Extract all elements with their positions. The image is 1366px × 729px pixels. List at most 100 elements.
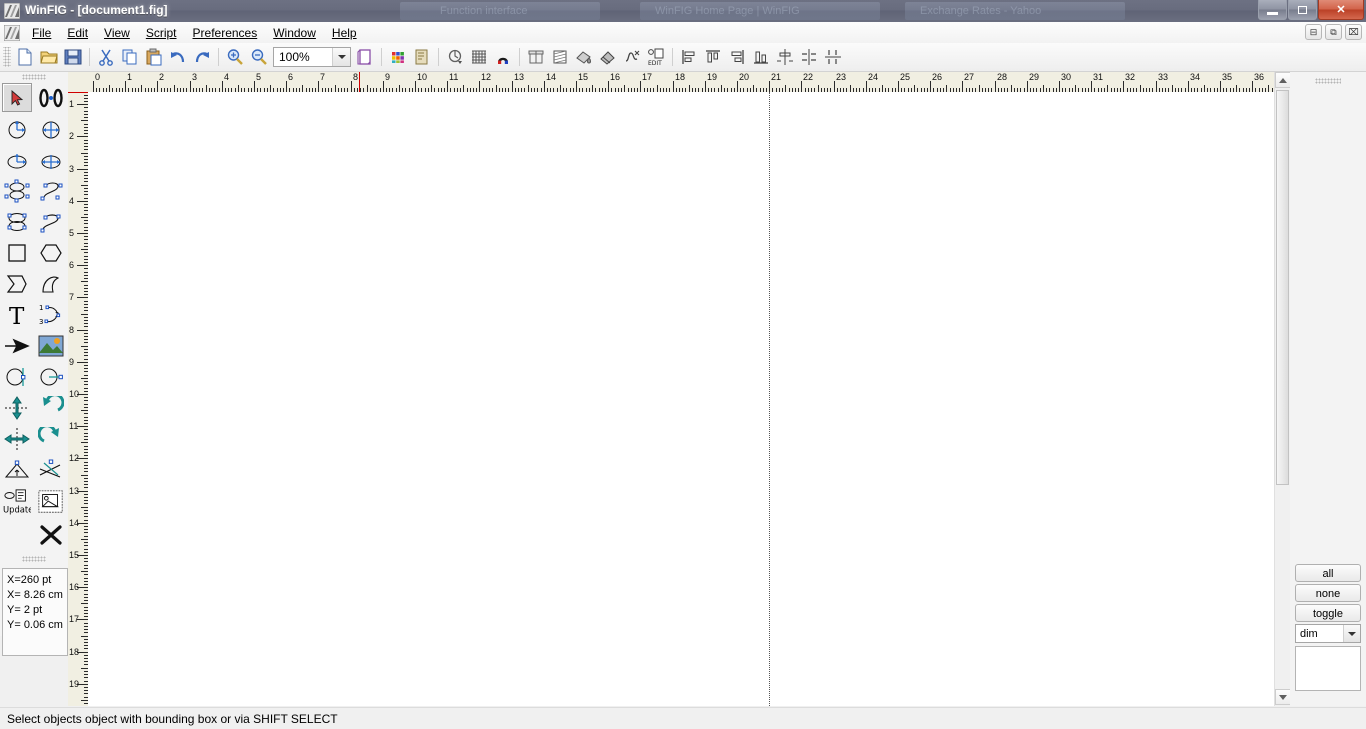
- spline-edit-icon[interactable]: [620, 45, 644, 69]
- undo-icon[interactable]: [166, 45, 190, 69]
- tool-align-object[interactable]: [2, 455, 32, 484]
- ruler-tick: [81, 571, 88, 572]
- tool-ellipse-radius[interactable]: [2, 145, 32, 174]
- object-edit-icon[interactable]: EDIT: [644, 45, 668, 69]
- minimize-button[interactable]: [1258, 0, 1287, 20]
- tool-rectangle[interactable]: [2, 238, 32, 267]
- tool-flip-vertical[interactable]: [2, 393, 32, 422]
- tool-polyline[interactable]: [2, 269, 32, 298]
- ruler-tick: [834, 81, 835, 92]
- layers-icon[interactable]: [410, 45, 434, 69]
- vertical-scrollbar[interactable]: [1274, 72, 1291, 706]
- ruler-tick: [81, 410, 88, 411]
- chevron-down-icon[interactable]: [332, 48, 350, 66]
- mdi-minimize-button[interactable]: ⊟: [1305, 24, 1322, 40]
- page-setup-icon[interactable]: [353, 45, 377, 69]
- tool-edit-object[interactable]: [36, 486, 66, 518]
- tool-delete[interactable]: [36, 520, 66, 549]
- tool-move-point[interactable]: [2, 362, 32, 391]
- tool-flip-horizontal[interactable]: [2, 424, 32, 453]
- vertical-scrollbar-thumb[interactable]: [1276, 90, 1289, 485]
- select-none-button[interactable]: none: [1295, 584, 1361, 602]
- display-mode-combo[interactable]: dim: [1295, 624, 1361, 643]
- menu-window[interactable]: Window: [265, 24, 324, 42]
- open-file-icon[interactable]: [37, 45, 61, 69]
- tool-picture[interactable]: [36, 331, 66, 360]
- zoom-out-icon[interactable]: [247, 45, 271, 69]
- tool-rotate-cw[interactable]: [36, 424, 66, 453]
- save-file-icon[interactable]: [61, 45, 85, 69]
- close-button[interactable]: ✕: [1318, 0, 1364, 20]
- align-right-icon[interactable]: [725, 45, 749, 69]
- tool-break-compound[interactable]: [36, 455, 66, 484]
- tool-select-arrow[interactable]: [2, 83, 32, 112]
- scroll-up-button[interactable]: [1275, 72, 1291, 88]
- tool-open-spline[interactable]: [36, 176, 66, 205]
- tool-polygon[interactable]: [36, 238, 66, 267]
- distribute-h-icon[interactable]: [797, 45, 821, 69]
- chevron-down-icon[interactable]: [1343, 625, 1360, 642]
- tool-circle-diameter[interactable]: [36, 114, 66, 143]
- tool-regular-polygon[interactable]: 1 2 3: [36, 300, 66, 329]
- zoom-level-combo[interactable]: 100%: [273, 47, 351, 67]
- color-palette-icon[interactable]: [386, 45, 410, 69]
- fill-color-icon[interactable]: [572, 45, 596, 69]
- tool-ellipse-diameter[interactable]: [36, 145, 66, 174]
- svg-text:3: 3: [39, 318, 43, 326]
- pen-color-icon[interactable]: [596, 45, 620, 69]
- menu-file[interactable]: File: [24, 24, 59, 42]
- tool-update-properties[interactable]: Update: [2, 486, 32, 518]
- ruler-tick: [1156, 81, 1157, 92]
- scroll-down-button[interactable]: [1275, 689, 1291, 705]
- select-all-button[interactable]: all: [1295, 564, 1361, 582]
- mdi-close-button[interactable]: ⌧: [1345, 24, 1362, 40]
- distribute-v-icon[interactable]: [821, 45, 845, 69]
- align-left-icon[interactable]: [677, 45, 701, 69]
- library-icon[interactable]: [524, 45, 548, 69]
- magnet-snap-icon[interactable]: [491, 45, 515, 69]
- align-top-icon[interactable]: [701, 45, 725, 69]
- menu-help[interactable]: Help: [324, 24, 365, 42]
- pattern-icon[interactable]: [548, 45, 572, 69]
- tool-open-interpolated-spline[interactable]: [36, 207, 66, 236]
- tool-closed-interpolated-spline[interactable]: [2, 207, 32, 236]
- menu-edit[interactable]: Edit: [59, 24, 96, 42]
- horizontal-ruler[interactable]: 0 1 2 3 4 5 6 7 8 9 10 11 12 13 14 15 16 17 18 19 20 21 22 23 24…: [88, 72, 1274, 93]
- menu-script[interactable]: Script: [138, 24, 185, 42]
- toolbar-grip[interactable]: [3, 47, 11, 67]
- ruler-corner[interactable]: [68, 72, 89, 93]
- new-file-icon[interactable]: [13, 45, 37, 69]
- menu-script-label: Script: [145, 25, 177, 40]
- tool-circle-radius[interactable]: [2, 114, 32, 143]
- copy-icon[interactable]: [118, 45, 142, 69]
- tool-text[interactable]: T: [2, 300, 32, 329]
- mdi-restore-button[interactable]: ⧉: [1325, 24, 1342, 40]
- layer-list-box[interactable]: [1295, 646, 1361, 691]
- rotate-view-icon[interactable]: [443, 45, 467, 69]
- align-bottom-icon[interactable]: [749, 45, 773, 69]
- palette-grip[interactable]: [22, 74, 46, 80]
- palette-bottom-grip: [22, 556, 46, 562]
- grid-icon[interactable]: [467, 45, 491, 69]
- toggle-selection-button[interactable]: toggle: [1295, 604, 1361, 622]
- tool-palette: T 1 2 3: [0, 72, 69, 636]
- tool-closed-spline[interactable]: [2, 176, 32, 205]
- ruler-label: 34: [1190, 72, 1201, 82]
- tool-rotate-ccw[interactable]: [36, 393, 66, 422]
- tool-arrow-head[interactable]: [2, 331, 32, 360]
- tool-arc[interactable]: [36, 269, 66, 298]
- zoom-in-icon[interactable]: [223, 45, 247, 69]
- align-center-h-icon[interactable]: [773, 45, 797, 69]
- menu-preferences[interactable]: Preferences: [185, 24, 266, 42]
- cut-icon[interactable]: [94, 45, 118, 69]
- drawing-canvas[interactable]: [88, 92, 1274, 706]
- menu-view[interactable]: View: [96, 24, 138, 42]
- tool-point-pair[interactable]: [36, 83, 66, 112]
- paste-icon[interactable]: [142, 45, 166, 69]
- maximize-button[interactable]: [1288, 0, 1317, 20]
- right-panel-grip[interactable]: [1315, 78, 1341, 84]
- redo-icon[interactable]: [190, 45, 214, 69]
- tool-add-point[interactable]: [36, 362, 66, 391]
- ruler-label: 15: [69, 550, 80, 560]
- vertical-ruler[interactable]: 1 2 3 4 5 6 7 8 9 10 11 12 13 14 15 16 17 18 19: [68, 92, 89, 706]
